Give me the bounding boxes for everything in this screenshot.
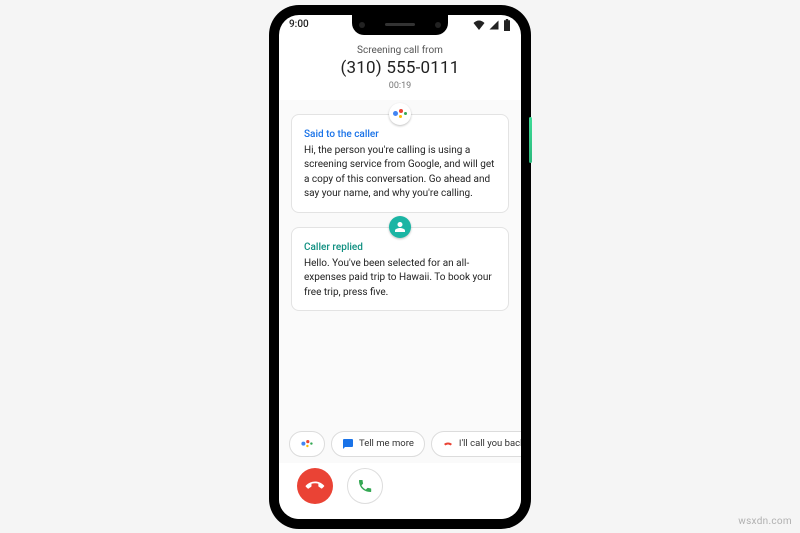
phone-hangup-icon [302,473,327,498]
call-header: Screening call from (310) 555-0111 00:19 [279,35,521,100]
chip-label: I'll call you back [459,438,521,449]
status-time: 9:00 [289,19,309,30]
call-actions [279,463,521,519]
status-icons [473,19,511,31]
phone-frame: 9:00 Screening call from (310) 555-0111 … [271,7,529,527]
caller-avatar [389,216,411,238]
assistant-message: Said to the caller Hi, the person you're… [291,114,509,213]
chip-assistant[interactable] [289,431,325,457]
hangup-button[interactable] [297,468,333,504]
suggestion-chips: Tell me more I'll call you back R [279,425,521,463]
assistant-avatar [389,103,411,125]
assistant-icon [393,107,407,121]
display-notch [352,15,448,35]
chip-call-back[interactable]: I'll call you back [431,431,521,457]
message-title: Caller replied [304,242,496,253]
caller-number: (310) 555-0111 [279,58,521,78]
chip-label: Tell me more [359,438,414,449]
phone-icon [357,478,373,494]
answer-button[interactable] [347,468,383,504]
call-duration: 00:19 [279,81,521,91]
caller-message: Caller replied Hello. You've been select… [291,227,509,312]
person-icon [394,221,406,233]
battery-icon [503,19,511,31]
conversation-area: Said to the caller Hi, the person you're… [279,100,521,425]
message-card: Caller replied Hello. You've been select… [291,227,509,312]
screening-from-label: Screening call from [279,45,521,56]
message-card: Said to the caller Hi, the person you're… [291,114,509,213]
assistant-icon [301,438,312,449]
wifi-icon [473,20,485,30]
message-title: Said to the caller [304,129,496,140]
hangup-icon [442,438,454,450]
power-button [529,117,532,163]
message-body: Hi, the person you're calling is using a… [304,144,496,202]
screen: 9:00 Screening call from (310) 555-0111 … [279,15,521,519]
watermark: wsxdn.com [738,516,792,527]
cell-signal-icon [489,20,499,30]
chip-tell-me-more[interactable]: Tell me more [331,431,425,457]
chat-icon [342,438,354,450]
message-body: Hello. You've been selected for an all-e… [304,257,496,301]
